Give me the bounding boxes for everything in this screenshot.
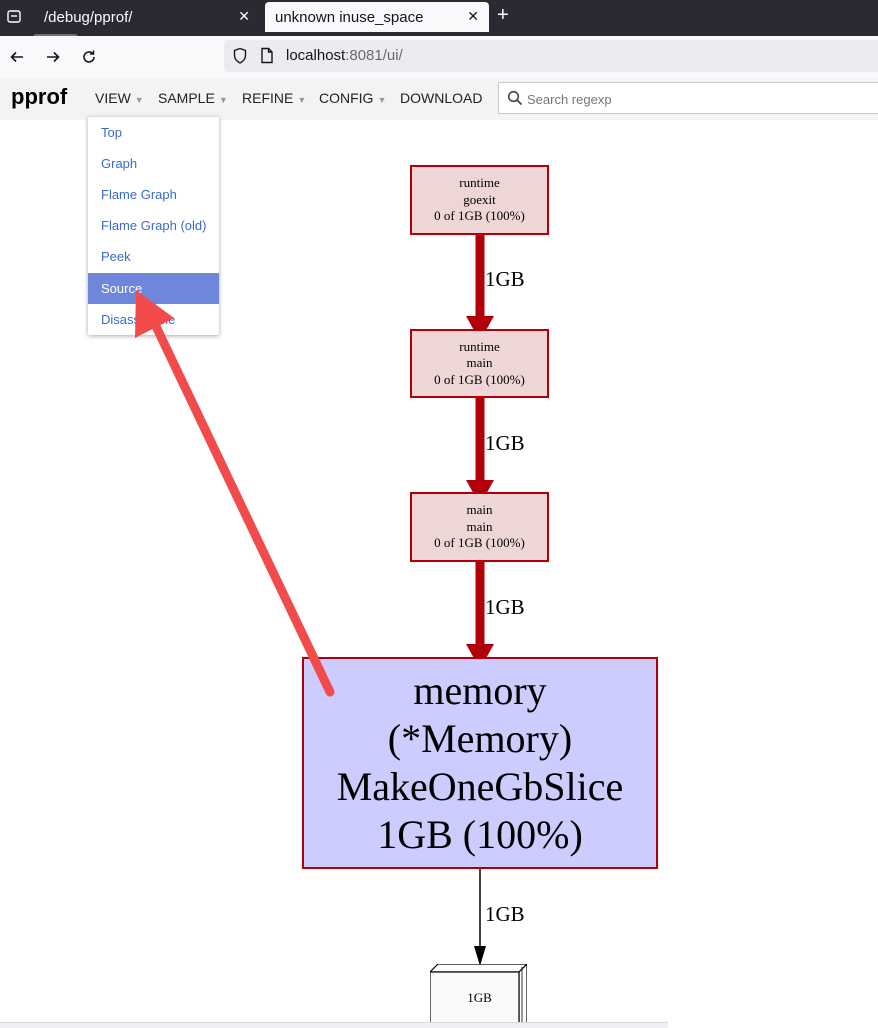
- annotation-arrow: [135, 290, 335, 697]
- horizontal-scrollbar[interactable]: [0, 1022, 668, 1028]
